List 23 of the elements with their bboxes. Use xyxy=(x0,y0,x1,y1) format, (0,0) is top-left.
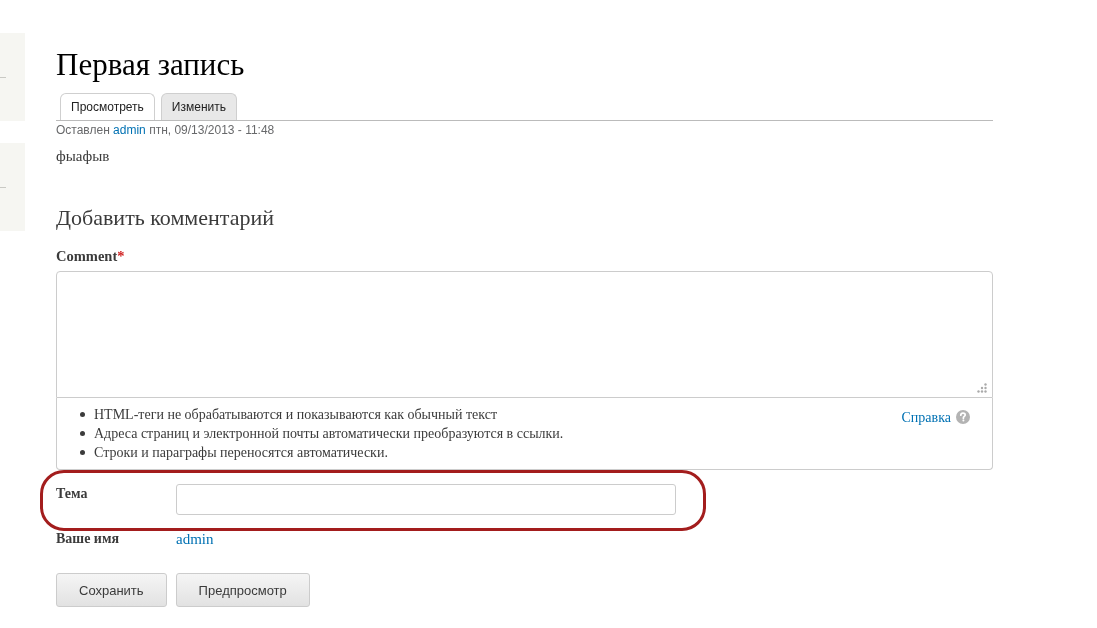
bullet-icon xyxy=(80,450,85,455)
author-label: Ваше имя xyxy=(56,530,121,548)
author-name-link[interactable]: admin xyxy=(176,529,214,549)
form-heading: Добавить комментарий xyxy=(56,205,275,231)
help-link[interactable]: Справка xyxy=(901,407,951,427)
bullet-icon xyxy=(80,412,85,417)
submitted-info: Оставлен admin птн, 09/13/2013 - 11:48 xyxy=(56,122,276,139)
form-button[interactable]: Предпросмотр xyxy=(175,573,310,607)
resize-grip-icon[interactable] xyxy=(977,383,987,393)
subject-label: Тема xyxy=(56,485,89,503)
help-text: Адреса страниц и электронной почты автоматически преобразуются в ссылки. xyxy=(94,425,564,443)
tab[interactable]: Просмотреть xyxy=(60,93,155,120)
post-body: фыафыв xyxy=(56,147,111,166)
bullet-icon xyxy=(80,431,85,436)
help-text: Строки и параграфы переносятся автоматически. xyxy=(94,444,388,462)
page-title: Первая запись xyxy=(56,48,246,82)
comment-label: Comment* xyxy=(56,247,126,265)
form-button[interactable]: Сохранить xyxy=(56,573,167,607)
tab[interactable]: Изменить xyxy=(160,93,237,120)
help-icon[interactable] xyxy=(956,410,970,424)
author-link[interactable]: admin xyxy=(113,123,146,137)
help-text: HTML-теги не обрабатываются и показываются как обычный текст xyxy=(94,406,498,424)
subject-input[interactable] xyxy=(176,484,676,515)
